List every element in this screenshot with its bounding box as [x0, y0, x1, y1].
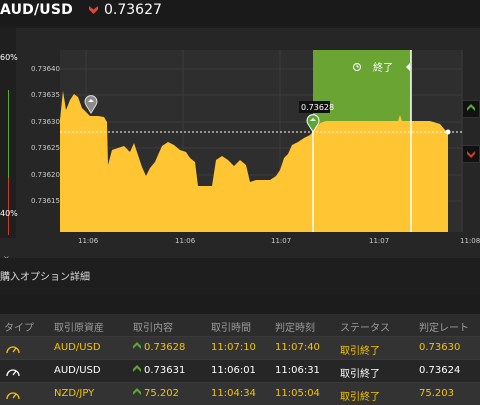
- up-arrow-icon: [133, 388, 141, 395]
- column-header: 取引時間: [211, 323, 251, 334]
- y-tick: 0.73615: [31, 197, 60, 205]
- up-arrow-icon: [133, 342, 141, 349]
- judge-time-cell: 11:05:04: [275, 388, 320, 399]
- current-price-dot: [445, 129, 451, 135]
- trade-time-cell: 11:04:34: [211, 388, 256, 399]
- purchase-details-section: 購入オプション詳細: [0, 258, 480, 294]
- rate-cell: 75.203: [419, 388, 454, 399]
- y-tick: 0.73640: [31, 65, 60, 73]
- status-cell: 取引終了: [340, 369, 380, 380]
- rate-cell: 0.73630: [419, 342, 461, 353]
- up-arrow-icon: [133, 365, 141, 372]
- y-axis: 0.73640 0.73635 0.73630 0.73625 0.73620 …: [31, 65, 60, 205]
- call-button[interactable]: [462, 100, 480, 118]
- x-tick: 11:07: [271, 237, 291, 245]
- timer-icon: [6, 369, 20, 377]
- timer-icon: [6, 346, 20, 354]
- asset-cell: AUD/USD: [54, 365, 101, 376]
- x-tick: 11:06: [78, 237, 99, 245]
- column-header: 取引原資産: [54, 323, 104, 334]
- column-header: 取引内容: [133, 323, 173, 334]
- x-tick: 11:08: [460, 237, 480, 245]
- asset-cell: NZD/JPY: [54, 388, 95, 399]
- y-tick: 0.73620: [31, 171, 60, 179]
- trade-time-cell: 11:06:01: [211, 365, 256, 376]
- judge-time-cell: 11:06:31: [275, 365, 320, 376]
- column-header: ステータス: [340, 323, 390, 334]
- status-cell: 取引終了: [340, 346, 380, 357]
- down-arrow-icon: [467, 151, 475, 158]
- purchase-table: タイプ 取引原資産 取引内容 取引時間 判定時刻 ステータス 判定レート AUD…: [0, 314, 480, 405]
- column-header: タイプ: [4, 323, 34, 334]
- x-axis: 11:06 11:06 11:07 11:07 11:08: [78, 237, 480, 245]
- expiry-label: 終了: [373, 61, 393, 74]
- column-header: 判定レート: [419, 323, 469, 334]
- put-button[interactable]: [462, 145, 480, 163]
- timer-icon: [6, 392, 20, 400]
- trade-time-cell: 11:07:10: [211, 342, 256, 353]
- y-tick: 0.73630: [31, 118, 60, 126]
- y-tick: 0.73635: [31, 91, 60, 99]
- judge-time-cell: 11:07:40: [275, 342, 320, 353]
- table-row[interactable]: NZD/JPY 75.202 11:04:34 11:05:04 取引終了 75…: [0, 382, 480, 405]
- status-cell: 取引終了: [340, 392, 380, 403]
- table-row[interactable]: AUD/USD 0.73628 11:07:10 11:07:40 取引終了 0…: [0, 336, 480, 359]
- x-tick: 11:06: [175, 237, 196, 245]
- content-cell: 75.202: [133, 388, 179, 399]
- table-header: タイプ 取引原資産 取引内容 取引時間 判定時刻 ステータス 判定レート: [0, 314, 480, 336]
- content-cell: 0.73628: [133, 342, 185, 353]
- column-header: 判定時刻: [275, 323, 315, 334]
- y-tick: 0.73625: [31, 144, 60, 152]
- content-cell: 0.73631: [133, 365, 185, 376]
- section-title: 購入オプション詳細: [0, 272, 90, 283]
- asset-cell: AUD/USD: [54, 342, 101, 353]
- table-row[interactable]: AUD/USD 0.73631 11:06:01 11:06:31 取引終了 0…: [0, 359, 480, 382]
- price-tag: 0.73628: [301, 103, 334, 112]
- price-chart: 終了 0.73628 0.73640 0.73635 0.73630 0.736…: [31, 50, 480, 245]
- rate-cell: 0.73624: [419, 365, 461, 376]
- up-arrow-icon: [467, 104, 475, 111]
- x-tick: 11:07: [369, 237, 389, 245]
